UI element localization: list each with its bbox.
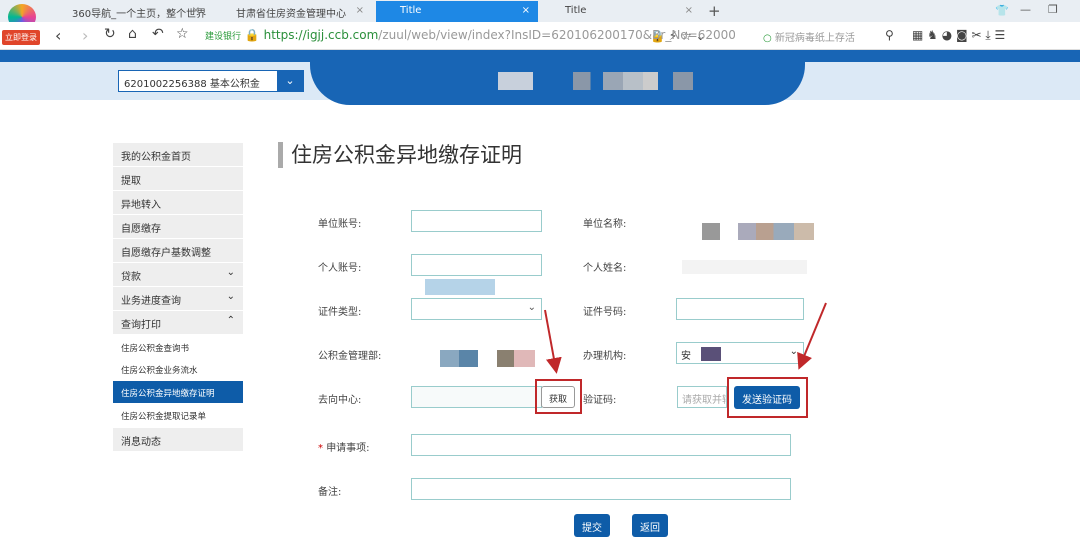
annotation-arrows bbox=[544, 302, 827, 374]
arrow-icon bbox=[797, 302, 827, 370]
arrow-icon bbox=[544, 309, 562, 374]
